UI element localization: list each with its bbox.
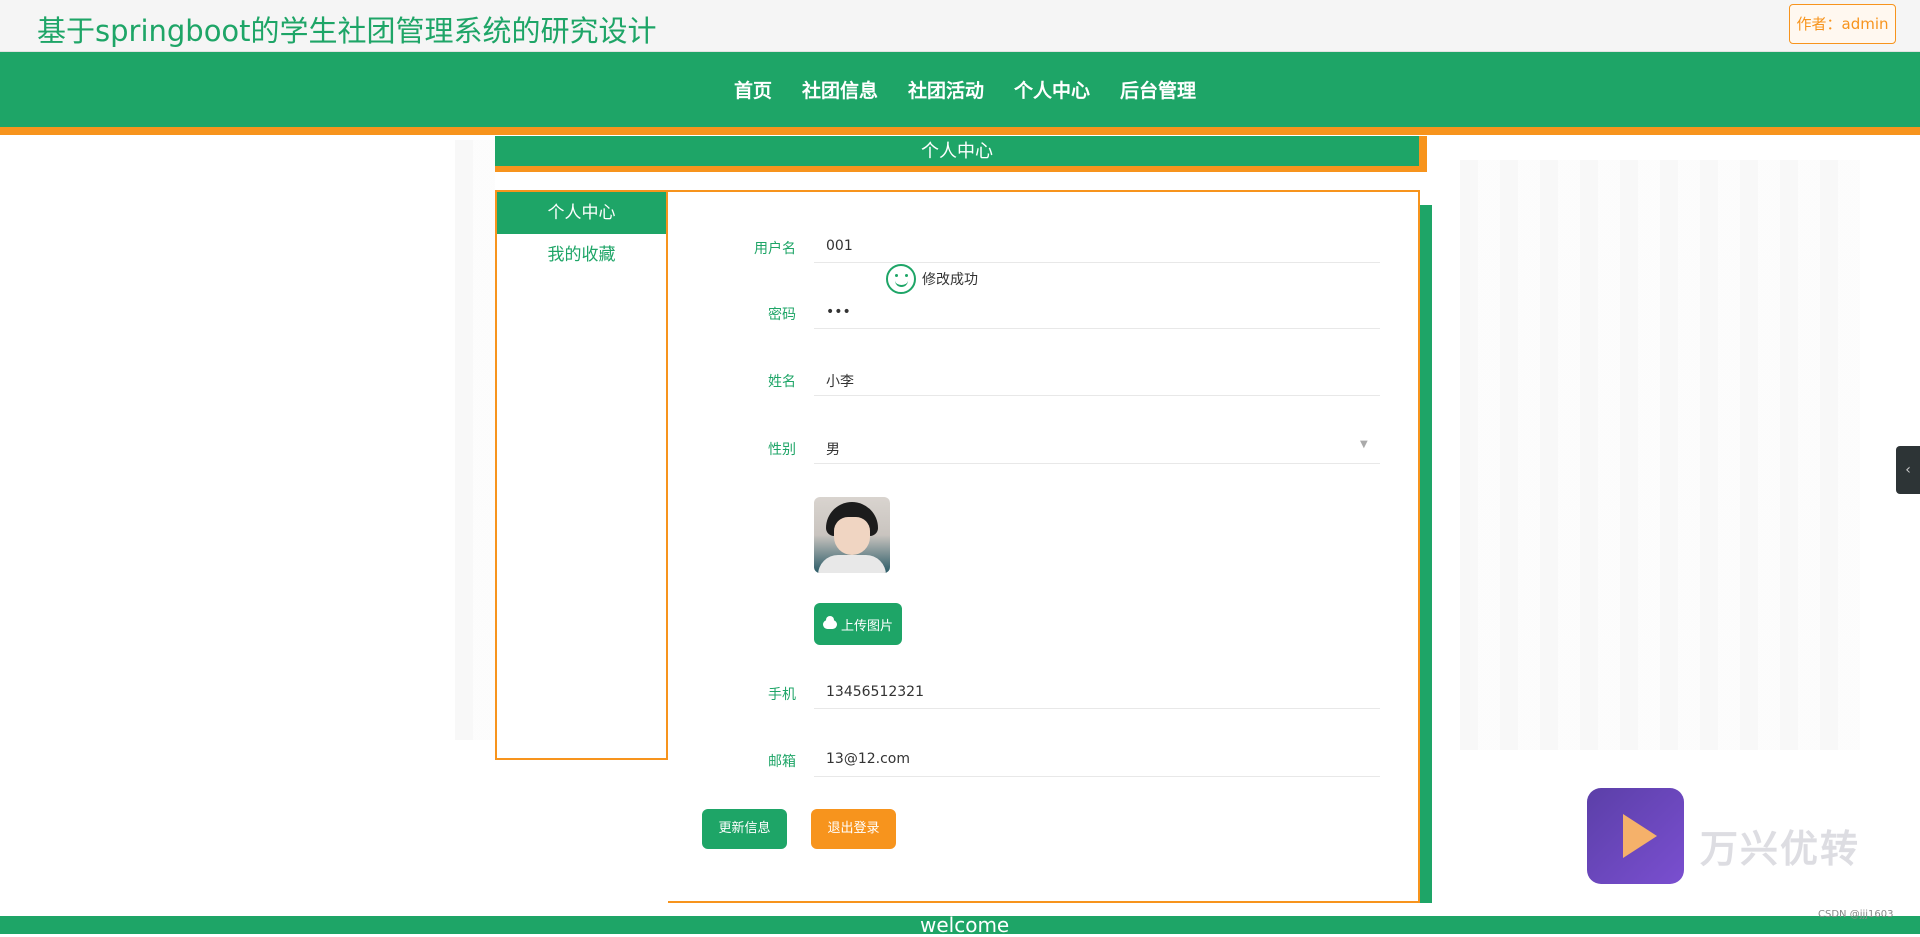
upload-button-label: 上传图片 — [840, 618, 893, 634]
password-underline — [814, 328, 1380, 329]
site-title: 基于springboot的学生社团管理系统的研究设计 — [37, 14, 657, 48]
cloud-upload-icon — [822, 615, 837, 629]
nav-accent-stripe — [0, 127, 1920, 135]
toast-message: 修改成功 — [922, 272, 978, 288]
background-ghost — [1460, 160, 1860, 750]
section-title: 个人中心 — [921, 141, 993, 162]
footer: welcome — [0, 913, 1920, 937]
username-underline — [814, 262, 1380, 263]
logout-button[interactable]: 退出登录 — [811, 809, 896, 849]
password-label: 密码 — [768, 307, 796, 323]
section-title-bar: 个人中心 — [495, 136, 1427, 172]
sidebar-item-personal-center[interactable]: 个人中心 — [497, 192, 666, 234]
phone-label: 手机 — [768, 687, 796, 703]
name-underline — [814, 395, 1380, 396]
background-ghost — [455, 140, 495, 740]
avatar — [814, 497, 890, 573]
chevron-down-icon: ▼ — [1360, 439, 1368, 450]
upload-image-button[interactable]: 上传图片 — [814, 603, 902, 645]
top-header: 基于springboot的学生社团管理系统的研究设计 作者：admin — [0, 0, 1920, 52]
watermark-logo-icon — [1587, 788, 1684, 884]
phone-underline — [814, 708, 1380, 709]
phone-field[interactable]: 13456512321 — [826, 684, 924, 700]
profile-form-panel — [668, 190, 1420, 903]
name-label: 姓名 — [768, 374, 796, 390]
footer-text: welcome — [920, 913, 1010, 937]
credit-text: CSDN @jjj1603 — [1818, 909, 1894, 920]
gender-underline — [814, 463, 1380, 464]
nav-item-home[interactable]: 首页 — [734, 76, 772, 103]
smiley-icon — [886, 264, 916, 294]
gender-label: 性别 — [768, 442, 796, 458]
email-underline — [814, 776, 1380, 777]
sidebar-item-favorites[interactable]: 我的收藏 — [497, 234, 666, 276]
nav-item-personal-center[interactable]: 个人中心 — [1014, 76, 1090, 103]
nav-item-club-info[interactable]: 社团信息 — [802, 76, 878, 103]
success-toast: 修改成功 — [886, 264, 978, 294]
content-accent-edge — [1418, 205, 1432, 903]
nav-item-club-activities[interactable]: 社团活动 — [908, 76, 984, 103]
name-field[interactable]: 小李 — [826, 371, 854, 391]
email-field[interactable]: 13@12.com — [826, 751, 910, 767]
password-field[interactable]: ••• — [826, 304, 851, 320]
watermark-text: 万兴优转 — [1700, 827, 1861, 871]
nav-item-admin[interactable]: 后台管理 — [1120, 76, 1196, 103]
collapse-panel-toggle[interactable]: ‹ — [1896, 446, 1920, 494]
gender-select[interactable]: 男 — [826, 439, 840, 459]
author-button[interactable]: 作者：admin — [1789, 4, 1896, 44]
sidebar: 个人中心 我的收藏 — [495, 190, 668, 760]
main-nav: 首页 社团信息 社团活动 个人中心 后台管理 — [0, 52, 1920, 127]
update-info-button[interactable]: 更新信息 — [702, 809, 787, 849]
username-label: 用户名 — [754, 241, 796, 257]
email-label: 邮箱 — [768, 754, 796, 770]
username-field[interactable]: 001 — [826, 238, 853, 254]
